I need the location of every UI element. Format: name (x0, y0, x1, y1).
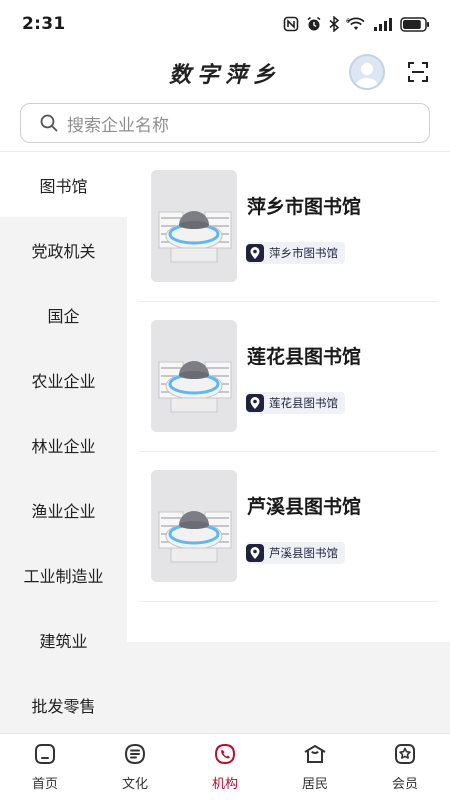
tab-institution[interactable]: 机构 (180, 734, 270, 800)
wifi-icon: 6 (346, 17, 365, 30)
signal-icon (374, 18, 392, 31)
resident-icon (304, 745, 326, 763)
bluetooth-icon (329, 16, 339, 32)
tab-member[interactable]: 会员 (360, 734, 450, 800)
institution-title: 莲花县图书馆 (247, 346, 362, 368)
sidebar-item-agriculture[interactable]: 农业企业 (0, 347, 127, 412)
tab-label: 文化 (121, 777, 148, 792)
category-sidebar: 图书馆 党政机关 国企 农业企业 林业企业 渔业企业 工业制造业 建筑业 批发零… (0, 152, 127, 734)
main-content: 图书馆 党政机关 国企 农业企业 林业企业 渔业企业 工业制造业 建筑业 批发零… (0, 151, 450, 734)
status-time: 2:31 (22, 14, 66, 34)
alarm-icon (307, 16, 321, 31)
institution-tag: 芦溪县图书馆 (246, 542, 345, 564)
institution-list: 萍乡市图书馆 萍乡市图书馆 莲花县图书馆 莲花县图书馆 芦溪县图书馆 芦溪县图书… (127, 152, 450, 642)
list-item[interactable]: 芦溪县图书馆 芦溪县图书馆 (139, 452, 438, 602)
institution-icon (214, 743, 236, 765)
tag-label: 萍乡市图书馆 (269, 246, 338, 260)
app-header: 数字萍乡 (0, 48, 450, 96)
member-icon (395, 744, 415, 764)
sidebar-item-construction[interactable]: 建筑业 (0, 607, 127, 672)
culture-icon (124, 743, 146, 765)
tab-home[interactable]: 首页 (0, 734, 90, 800)
tag-label: 莲花县图书馆 (269, 396, 338, 410)
tab-label: 首页 (31, 777, 58, 792)
list-item[interactable]: 莲花县图书馆 莲花县图书馆 (139, 302, 438, 452)
tab-resident[interactable]: 居民 (270, 734, 360, 800)
tab-label: 居民 (301, 777, 328, 792)
avatar[interactable] (349, 54, 385, 90)
institution-title: 芦溪县图书馆 (247, 496, 362, 518)
nfc-icon (283, 16, 299, 32)
sidebar-item-library[interactable]: 图书馆 (0, 152, 127, 217)
sidebar-item-government[interactable]: 党政机关 (0, 217, 127, 282)
battery-icon (400, 16, 429, 32)
status-bar: 2:31 6 (0, 0, 450, 48)
library-thumbnail (151, 170, 237, 282)
avatar-icon (355, 63, 379, 88)
home-icon (35, 744, 55, 764)
tag-label: 芦溪县图书馆 (269, 546, 338, 560)
institution-title: 萍乡市图书馆 (247, 196, 362, 218)
sidebar-item-retail[interactable]: 批发零售 (0, 672, 127, 737)
library-thumbnail (151, 320, 237, 432)
tab-label: 会员 (391, 777, 418, 792)
scan-icon (408, 62, 428, 82)
status-icons: 6 (283, 16, 430, 32)
sidebar-item-forestry[interactable]: 林业企业 (0, 412, 127, 477)
library-thumbnail (151, 470, 237, 582)
search-input[interactable]: 搜索企业名称 (20, 103, 430, 143)
sidebar-item-fishery[interactable]: 渔业企业 (0, 477, 127, 542)
search-icon (40, 114, 58, 132)
sidebar-item-state-enterprise[interactable]: 国企 (0, 282, 127, 347)
institution-tag: 莲花县图书馆 (246, 392, 345, 414)
svg-text:6: 6 (346, 18, 350, 25)
institution-tag: 萍乡市图书馆 (246, 242, 345, 264)
bottom-tab-bar: 首页 文化 机构 居民 会员 (0, 733, 450, 800)
sidebar-item-manufacturing[interactable]: 工业制造业 (0, 542, 127, 607)
tab-culture[interactable]: 文化 (90, 734, 180, 800)
list-item[interactable]: 萍乡市图书馆 萍乡市图书馆 (139, 152, 438, 302)
location-pin-icon (246, 544, 264, 562)
search-placeholder: 搜索企业名称 (67, 115, 169, 136)
location-pin-icon (246, 394, 264, 412)
tab-label: 机构 (211, 777, 238, 792)
scan-button[interactable] (406, 60, 430, 84)
location-pin-icon (246, 244, 264, 262)
